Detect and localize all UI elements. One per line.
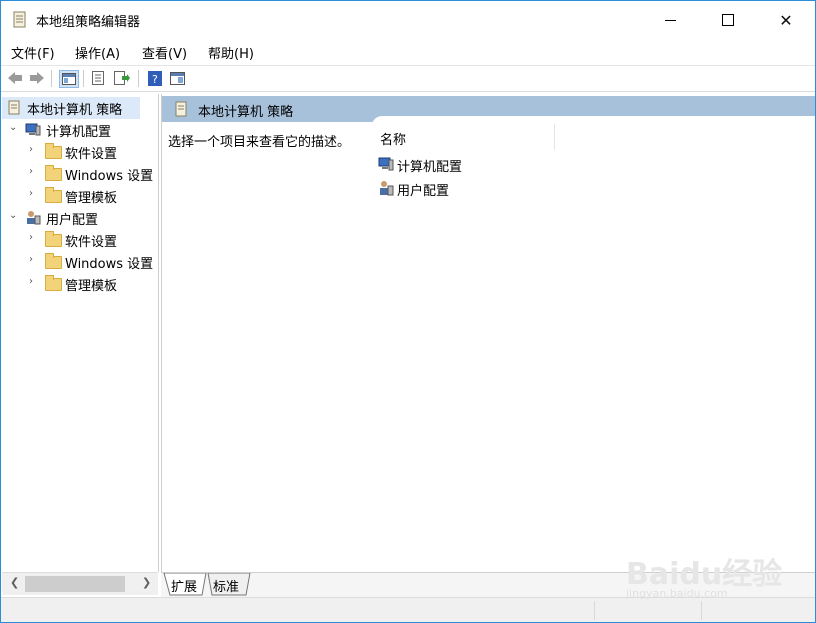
tree-item-user-admin-templates[interactable]: › 管理模板	[2, 273, 158, 295]
view-icon	[169, 71, 185, 85]
tab-label: 标准	[213, 580, 240, 595]
watermark-url: jingyan.baidu.com	[626, 587, 728, 600]
properties-icon	[92, 71, 104, 85]
chevron-right-icon[interactable]: ›	[29, 144, 39, 155]
status-separator	[594, 601, 595, 620]
tree-item-admin-templates[interactable]: › 管理模板	[2, 185, 158, 207]
description-text: 选择一个项目来查看它的描述。	[168, 135, 351, 150]
tree-label: 计算机配置	[46, 125, 112, 140]
svg-text:?: ?	[152, 73, 158, 86]
description-panel: 选择一个项目来查看它的描述。	[162, 122, 372, 570]
toolbar-separator	[138, 70, 139, 87]
tree-item-windows-settings[interactable]: › Windows 设置	[2, 163, 158, 185]
chevron-right-icon[interactable]: ›	[29, 188, 39, 199]
details-pane: 本地计算机 策略 选择一个项目来查看它的描述。 名称 计算机配置 用户配置	[161, 94, 815, 572]
menu-file[interactable]: 文件(F)	[11, 43, 55, 62]
window-title: 本地组策略编辑器	[36, 15, 141, 30]
chevron-right-icon[interactable]: ›	[29, 254, 39, 265]
tree-label: 本地计算机 策略	[27, 103, 123, 118]
chevron-down-icon[interactable]: ⌄	[9, 210, 19, 221]
console-tree-icon	[62, 73, 76, 85]
list-item-label: 计算机配置	[397, 160, 463, 175]
details-title: 本地计算机 策略	[198, 105, 294, 120]
tab-standard[interactable]: 标准	[207, 573, 251, 595]
toolbar-separator	[83, 70, 84, 87]
minimize-icon	[664, 19, 676, 21]
tree-item-software-settings[interactable]: › 软件设置	[2, 141, 158, 163]
tree-label: 用户配置	[46, 213, 99, 228]
tab-extended[interactable]: 扩展	[161, 573, 207, 595]
policy-editor-icon	[13, 11, 26, 28]
chevron-right-icon[interactable]: ›	[29, 276, 39, 287]
policy-scroll-icon	[175, 101, 187, 117]
chevron-right-icon[interactable]: ›	[29, 232, 39, 243]
forward-arrow-icon	[30, 72, 44, 84]
column-label: 名称	[380, 133, 407, 148]
folder-icon	[45, 275, 62, 291]
tree-item-user-windows-settings[interactable]: › Windows 设置	[2, 251, 158, 273]
tree-label: 软件设置	[65, 147, 118, 162]
export-list-icon	[114, 71, 130, 85]
column-header-name[interactable]: 名称	[372, 124, 555, 150]
folder-icon	[45, 231, 62, 247]
user-icon	[27, 211, 41, 225]
folder-icon	[45, 165, 62, 181]
scrollbar-thumb[interactable]	[25, 576, 125, 592]
help-button[interactable]: ?	[146, 70, 164, 86]
maximize-button[interactable]	[699, 1, 757, 39]
app-window: 本地组策略编辑器 ✕ 文件(F) 操作(A) 查看(V) 帮助(H) ? 本地计…	[0, 0, 816, 623]
back-button[interactable]	[6, 70, 24, 86]
console-tree: 本地计算机 策略 ⌄ 计算机配置 › 软件设置 › Windows 设置 › 管…	[2, 94, 159, 572]
tree-item-computer-config[interactable]: ⌄ 计算机配置	[2, 119, 158, 141]
status-bar	[1, 597, 815, 622]
export-list-button[interactable]	[113, 70, 131, 86]
list-item-label: 用户配置	[397, 184, 450, 199]
minimize-button[interactable]	[641, 1, 699, 39]
forward-button[interactable]	[28, 70, 46, 86]
folder-icon	[45, 187, 62, 203]
computer-icon	[378, 157, 394, 171]
tree-label: 管理模板	[65, 279, 118, 294]
chevron-right-icon[interactable]: ›	[29, 166, 39, 177]
close-button[interactable]: ✕	[757, 1, 815, 39]
show-hide-tree-button[interactable]	[59, 70, 79, 88]
tree-label: 软件设置	[65, 235, 118, 250]
tree-item-user-software-settings[interactable]: › 软件设置	[2, 229, 158, 251]
scroll-right-icon[interactable]: ❯	[142, 576, 151, 589]
menu-help[interactable]: 帮助(H)	[208, 43, 254, 62]
title-bar[interactable]: 本地组策略编辑器 ✕	[1, 1, 815, 39]
maximize-icon	[722, 14, 734, 26]
computer-icon	[25, 123, 41, 136]
tree-item-user-config[interactable]: ⌄ 用户配置	[2, 207, 158, 229]
user-icon	[380, 181, 394, 196]
properties-button[interactable]	[89, 70, 107, 86]
tree-label: 管理模板	[65, 191, 118, 206]
menu-action[interactable]: 操作(A)	[75, 43, 120, 62]
view-button[interactable]	[168, 70, 186, 86]
menu-view[interactable]: 查看(V)	[142, 43, 187, 62]
policy-scroll-icon	[8, 100, 20, 115]
toolbar-separator	[51, 70, 52, 87]
help-icon: ?	[148, 70, 162, 86]
item-list: 名称 计算机配置 用户配置	[372, 116, 815, 570]
close-icon: ✕	[779, 10, 793, 30]
scroll-left-icon[interactable]: ❮	[10, 576, 19, 589]
tree-item-local-policy[interactable]: 本地计算机 策略	[2, 97, 140, 119]
tree-label: Windows 设置	[65, 257, 154, 272]
folder-icon	[45, 143, 62, 159]
menu-bar: 文件(F) 操作(A) 查看(V) 帮助(H)	[1, 39, 815, 66]
back-arrow-icon	[8, 72, 22, 84]
tab-label: 扩展	[171, 580, 198, 595]
toolbar: ?	[1, 66, 815, 92]
tree-horizontal-scrollbar[interactable]: ❮ ❯	[2, 572, 158, 595]
chevron-down-icon[interactable]: ⌄	[9, 122, 19, 133]
folder-icon	[45, 253, 62, 269]
status-separator	[701, 601, 702, 620]
tree-label: Windows 设置	[65, 169, 154, 184]
